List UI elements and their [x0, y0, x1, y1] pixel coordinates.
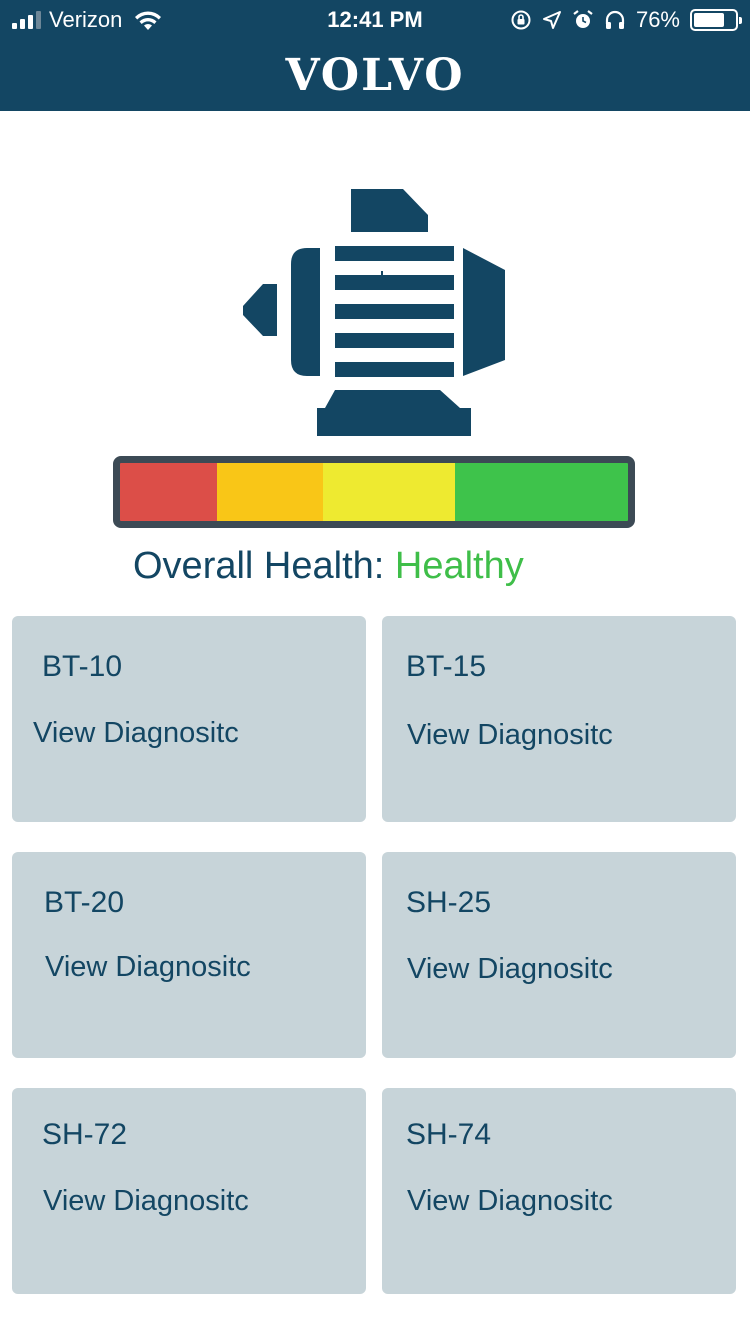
sensor-id: SH-25: [406, 886, 492, 919]
view-diagnostic-link[interactable]: View Diagnositc: [407, 1184, 613, 1218]
view-diagnostic-link[interactable]: View Diagnositc: [407, 718, 613, 752]
health-gauge: [113, 456, 635, 528]
sensor-card-bt-20[interactable]: BT-20 View Diagnositc: [12, 852, 366, 1058]
sensor-id: BT-10: [42, 650, 123, 683]
sensor-id: SH-74: [406, 1118, 492, 1151]
sensor-card-sh-25[interactable]: SH-25 View Diagnositc: [382, 852, 736, 1058]
overall-health-status: Healthy: [394, 545, 524, 587]
headphones-icon: [605, 10, 625, 29]
status-right: 76%: [510, 7, 742, 32]
health-segment-poor: [216, 463, 324, 521]
sensor-card-bt-10[interactable]: BT-10 View Diagnositc: [12, 616, 366, 822]
brand-logo: VOLVO: [285, 50, 465, 101]
view-diagnostic-link[interactable]: View Diagnositc: [43, 1184, 249, 1218]
battery-percent: 76%: [635, 7, 680, 32]
overall-health-label: Overall Health:: [133, 545, 395, 587]
location-icon: [542, 11, 561, 29]
sensor-card-sh-72[interactable]: SH-72 View Diagnositc: [12, 1088, 366, 1294]
view-diagnostic-link[interactable]: View Diagnositc: [33, 716, 239, 750]
view-diagnostic-link[interactable]: View Diagnositc: [45, 950, 251, 984]
health-segment-good: [455, 463, 628, 521]
sensor-id: BT-15: [406, 650, 487, 683]
health-segment-fair: [323, 463, 456, 521]
view-diagnostic-link[interactable]: View Diagnositc: [407, 952, 613, 986]
app-header: Verizon 12:41 PM 76% VOLVO: [0, 0, 750, 111]
sensor-card-sh-74[interactable]: SH-74 View Diagnositc: [382, 1088, 736, 1294]
battery-icon: [690, 9, 742, 31]
app-screen: Verizon 12:41 PM 76% VOLVO Overall Healt…: [0, 0, 750, 1334]
electric-motor-icon: [243, 189, 505, 436]
alarm-icon: [573, 10, 593, 28]
overall-health: Overall Health: Healthy: [133, 542, 524, 590]
sensor-card-bt-15[interactable]: BT-15 View Diagnositc: [382, 616, 736, 822]
battery-level: [694, 13, 725, 27]
sensor-id: SH-72: [42, 1118, 128, 1151]
status-bar: Verizon 12:41 PM 76%: [0, 0, 750, 42]
orientation-lock-icon: [511, 10, 531, 30]
health-segment-critical: [120, 463, 217, 521]
sensor-id: BT-20: [44, 886, 125, 919]
